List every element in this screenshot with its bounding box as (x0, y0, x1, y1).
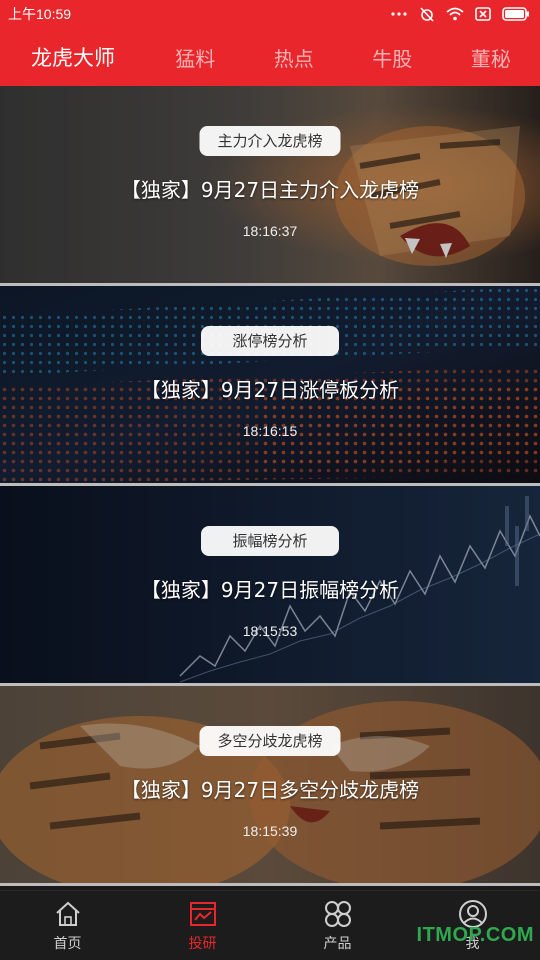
status-icons (390, 7, 530, 22)
wifi-icon (446, 7, 464, 21)
article-time: 18:16:15 (242, 423, 298, 439)
nav-products[interactable]: 产品 (270, 891, 405, 960)
article-feed: 主力介入龙虎榜 【独家】9月27日主力介入龙虎榜 18:16:37 涨停榜分析 … (0, 86, 540, 890)
article-card[interactable]: 多空分歧龙虎榜 【独家】9月27日多空分歧龙虎榜 18:15:39 (0, 686, 540, 883)
article-title: 【独家】9月27日振幅榜分析 (140, 578, 400, 602)
tab-redian[interactable]: 热点 (245, 43, 344, 72)
article-title: 【独家】9月27日主力介入龙虎榜 (120, 178, 420, 202)
article-title: 【独家】9月27日多空分歧龙虎榜 (120, 778, 420, 802)
watermark: ITMOP.COM (416, 924, 534, 946)
article-card[interactable]: 主力介入龙虎榜 【独家】9月27日主力介入龙虎榜 18:16:37 (0, 86, 540, 283)
article-tag: 多空分歧龙虎榜 (199, 726, 341, 756)
article-card[interactable]: 振幅榜分析 【独家】9月27日振幅榜分析 18:15:53 (0, 486, 540, 683)
nav-label: 首页 (53, 935, 82, 952)
tab-menglia[interactable]: 猛料 (146, 43, 245, 72)
tab-brand[interactable]: 龙虎大师 (0, 42, 146, 72)
article-tag: 主力介入龙虎榜 (199, 126, 341, 156)
article-card[interactable]: 涨停榜分析 【独家】9月27日涨停板分析 18:16:15 (0, 286, 540, 483)
nav-label: 投研 (188, 935, 217, 952)
article-time: 18:15:39 (242, 823, 298, 839)
article-time: 18:15:53 (242, 623, 298, 639)
article-tag: 振幅榜分析 (201, 526, 339, 556)
status-time: 上午10:59 (8, 6, 72, 22)
article-time: 18:16:37 (242, 223, 298, 239)
nav-research[interactable]: 投研 (135, 891, 270, 960)
nav-home[interactable]: 首页 (0, 891, 135, 960)
status-bar: 上午10:59 (0, 0, 540, 28)
tab-dongmi[interactable]: 董秘 (442, 43, 540, 72)
alarm-off-icon (418, 7, 436, 22)
more-dots-icon (390, 7, 408, 21)
home-icon (55, 901, 80, 926)
research-icon (189, 901, 216, 926)
article-tag: 涨停榜分析 (201, 326, 339, 356)
tab-niugu[interactable]: 牛股 (343, 43, 442, 72)
battery-icon (502, 7, 530, 21)
divider (0, 883, 540, 886)
nav-label: 产品 (323, 935, 352, 952)
article-title: 【独家】9月27日涨停板分析 (140, 378, 400, 402)
products-icon (324, 900, 351, 927)
sim-off-icon (474, 7, 492, 21)
top-tab-bar: 龙虎大师 猛料 热点 牛股 董秘 (0, 28, 540, 86)
